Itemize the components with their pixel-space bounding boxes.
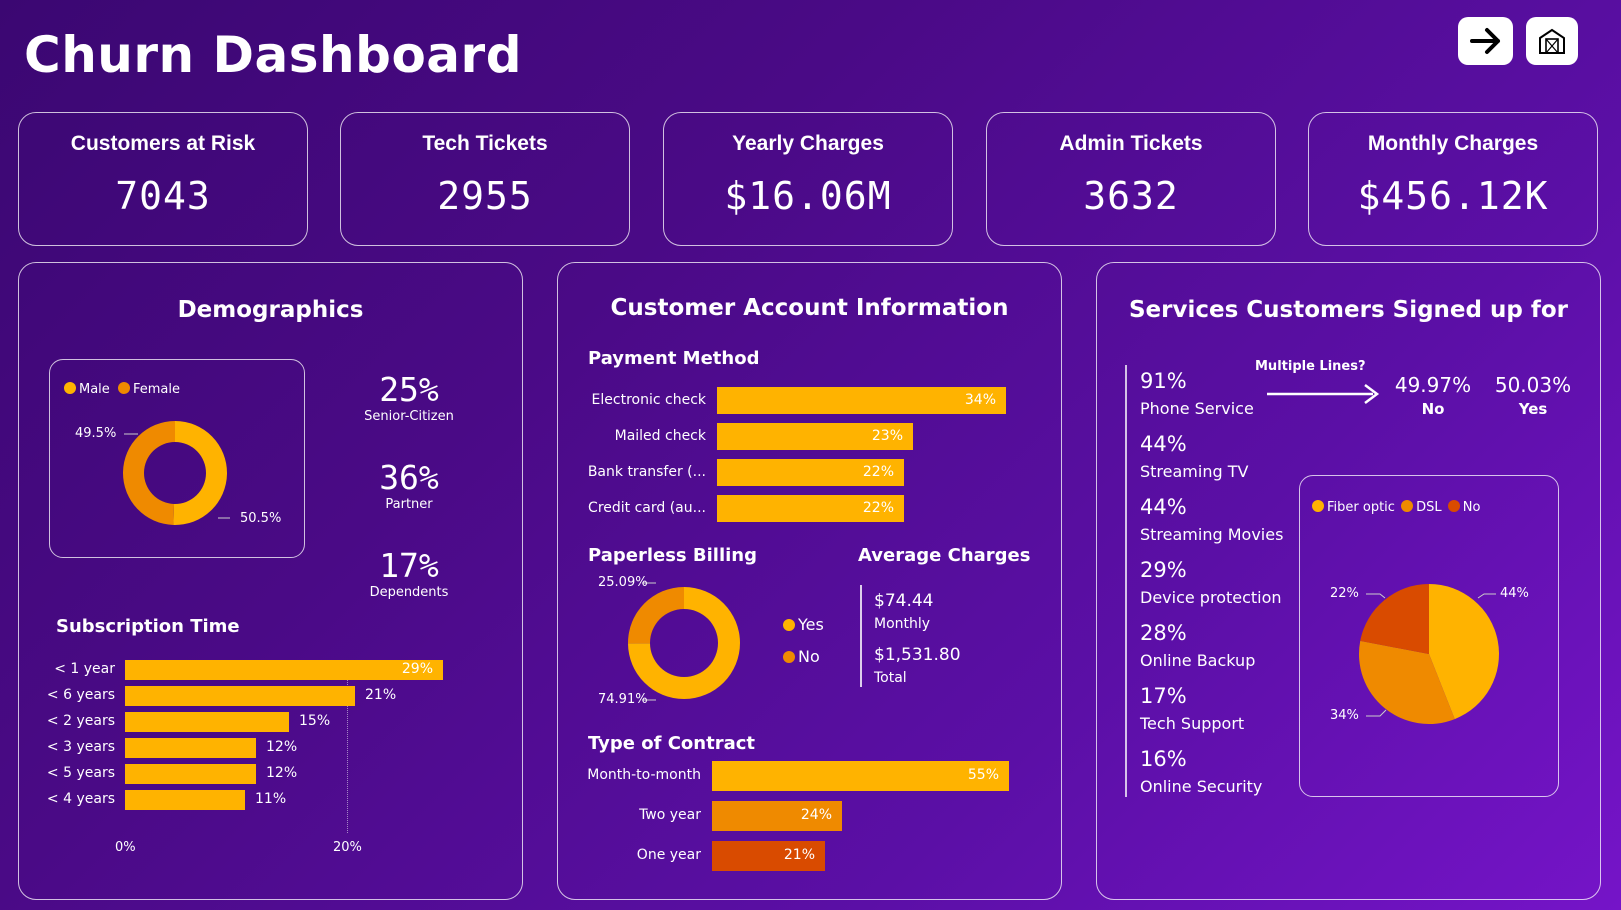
services-panel: Services Customers Signed up for 91% Phon…: [1096, 262, 1601, 900]
service-pct: 29%: [1140, 558, 1187, 582]
internet-pie-svg: [1359, 584, 1499, 724]
kpi-value: 3632: [1083, 174, 1179, 218]
service-pct: 28%: [1140, 621, 1187, 645]
multiple-lines-question: Multiple Lines?: [1255, 359, 1366, 374]
kpi-customers-at-risk: Customers at Risk 7043: [18, 112, 308, 246]
bar-category-label: Month-to-month: [587, 767, 701, 783]
bar: [125, 712, 289, 732]
service-name: Device protection: [1140, 588, 1282, 607]
axis-tick-0: 0%: [115, 840, 136, 855]
arrow-right-icon: [1267, 384, 1380, 404]
kpi-admin-tickets: Admin Tickets 3632: [986, 112, 1276, 246]
axis-tick-20: 20%: [333, 840, 362, 855]
page-title: Churn Dashboard: [24, 26, 522, 84]
account-panel: Customer Account Information Payment Met…: [557, 262, 1062, 900]
kpi-value: 2955: [437, 174, 533, 218]
kpi-tech-tickets: Tech Tickets 2955: [340, 112, 630, 246]
bar: [125, 764, 256, 784]
kpi-label: Admin Tickets: [1059, 132, 1203, 155]
bar-value-label: 11%: [255, 791, 287, 807]
service-name: Online Security: [1140, 777, 1263, 796]
service-pct: 44%: [1140, 432, 1187, 456]
kpi-value: $16.06M: [724, 174, 892, 218]
internet-pie: [1359, 584, 1499, 724]
multiple-lines-yes-label: Yes: [1518, 400, 1548, 418]
bar-category-label: Two year: [639, 807, 701, 823]
arrow-right-icon: [1469, 28, 1500, 54]
kpi-value: 7043: [115, 174, 211, 218]
dsl-slice-label: 34%: [1330, 708, 1359, 723]
service-pct: 44%: [1140, 495, 1187, 519]
bar-value-label: 21%: [783, 847, 815, 863]
kpi-value: $456.12K: [1357, 174, 1549, 218]
no-slice-label: 22%: [1330, 586, 1359, 601]
contract-chart: Month-to-month 55% Two year 24% One year 21%: [558, 263, 1061, 899]
bar: [125, 686, 355, 706]
multiple-lines-no-value: 49.97%: [1394, 373, 1472, 397]
service-pct: 91%: [1140, 369, 1187, 393]
bar: [125, 738, 256, 758]
demographics-panel: Demographics Male Female 49.5% 50.5% 25%…: [18, 262, 523, 900]
bar-value-label: 12%: [266, 739, 298, 755]
leader-line: [1477, 593, 1496, 599]
service-name: Streaming Movies: [1140, 525, 1284, 544]
bar: [125, 790, 245, 810]
service-name: Streaming TV: [1140, 462, 1249, 481]
multiple-lines-no-label: No: [1421, 400, 1445, 418]
building-icon: [1539, 28, 1565, 54]
service-name: Online Backup: [1140, 651, 1256, 670]
bar-value-label: 29%: [401, 661, 433, 677]
next-page-button[interactable]: [1458, 17, 1513, 65]
bar-category-label: < 6 years: [46, 687, 115, 703]
kpi-label: Customers at Risk: [70, 132, 256, 155]
bar-value-label: 21%: [365, 687, 397, 703]
home-button[interactable]: [1526, 17, 1578, 65]
bar-value-label: 15%: [299, 713, 331, 729]
bar-value-label: 12%: [266, 765, 298, 781]
service-pct: 17%: [1140, 684, 1187, 708]
kpi-yearly-charges: Yearly Charges $16.06M: [663, 112, 953, 246]
bar-category-label: < 4 years: [46, 791, 115, 807]
leader-line: [1366, 593, 1386, 599]
kpi-monthly-charges: Monthly Charges $456.12K: [1308, 112, 1598, 246]
internet-service-chart: Fiber optic DSL No 22% 44% 34%: [1299, 475, 1559, 797]
kpi-label: Yearly Charges: [732, 132, 884, 155]
service-name: Phone Service: [1140, 399, 1254, 418]
multiple-lines-yes-value: 50.03%: [1494, 373, 1572, 397]
bar-value-label: 55%: [967, 767, 999, 783]
panel-title: Services Customers Signed up for: [1128, 297, 1568, 323]
bar-value-label: 24%: [800, 807, 832, 823]
bar-category-label: < 2 years: [46, 713, 115, 729]
bar-category-label: One year: [636, 847, 701, 863]
subscription-chart: 0% 20% < 1 year 29% < 6 years 21% < 2 years 1…: [19, 263, 522, 899]
leader-line: [1366, 709, 1387, 717]
bar-category-label: < 3 years: [46, 739, 115, 755]
bar-category-label: < 5 years: [46, 765, 115, 781]
service-pct: 16%: [1140, 747, 1187, 771]
kpi-label: Monthly Charges: [1367, 132, 1539, 155]
kpi-label: Tech Tickets: [422, 132, 548, 155]
bar-category-label: < 1 year: [54, 661, 115, 677]
service-name: Tech Support: [1140, 714, 1245, 733]
fiber-slice-label: 44%: [1500, 586, 1529, 601]
services-divider: [1125, 365, 1127, 797]
